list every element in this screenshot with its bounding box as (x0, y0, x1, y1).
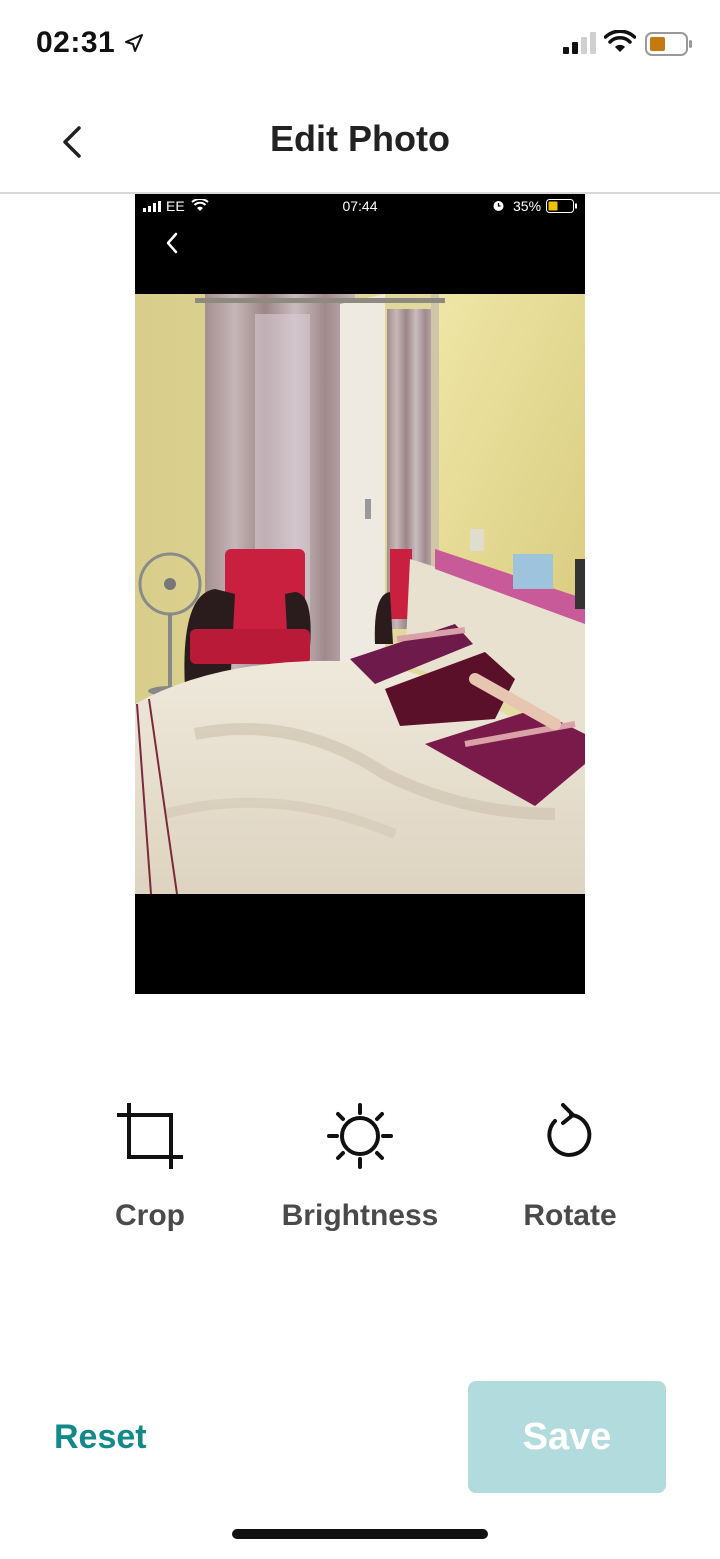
photo-back-chevron-icon (166, 232, 178, 254)
page-title: Edit Photo (270, 118, 450, 159)
photo-preview: EE 07:44 35% (135, 194, 585, 994)
edit-tools: Crop Brightness Rotate (0, 1095, 720, 1245)
crop-tool-button[interactable]: Crop (50, 1095, 250, 1245)
crop-label: Crop (115, 1199, 185, 1232)
signal-icon (563, 32, 596, 54)
location-arrow-icon (125, 34, 143, 52)
save-button[interactable]: Save (468, 1381, 666, 1493)
wifi-icon (604, 30, 636, 52)
brightness-label: Brightness (281, 1199, 439, 1232)
rotate-tool-button[interactable]: Rotate (470, 1095, 670, 1245)
reset-button[interactable]: Reset (54, 1418, 147, 1457)
battery-icon (645, 32, 692, 56)
rotate-label: Rotate (523, 1199, 617, 1232)
room-photo (135, 294, 585, 894)
rotate-icon (547, 1103, 592, 1157)
brightness-tool-button[interactable]: Brightness (260, 1095, 460, 1245)
photo-alarm-icon (493, 201, 504, 211)
photo-battery-icon (546, 199, 577, 213)
home-indicator (232, 1529, 488, 1539)
status-bar: 02:31 (0, 0, 720, 90)
photo-battery-percent: 35% (513, 198, 542, 214)
photo-status-bar: EE 07:44 35% (135, 194, 585, 218)
status-time: 02:31 (36, 26, 116, 59)
nav-bar: Edit Photo (0, 90, 720, 194)
crop-icon (117, 1103, 183, 1169)
brightness-icon (327, 1103, 393, 1169)
